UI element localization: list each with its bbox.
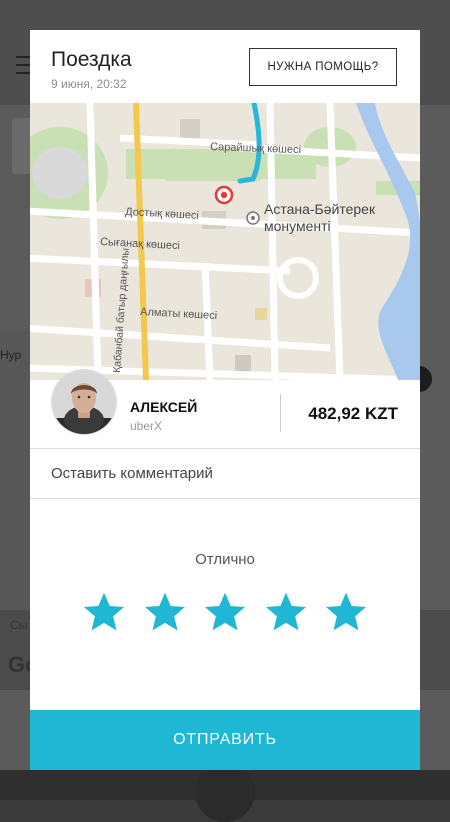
star-icon-5[interactable] <box>324 590 368 634</box>
star-icon-2[interactable] <box>143 590 187 634</box>
submit-button[interactable]: ОТПРАВИТЬ <box>30 710 420 770</box>
star-icon-1[interactable] <box>82 590 126 634</box>
star-rating[interactable] <box>82 590 368 636</box>
trip-datetime: 9 июня, 20:32 <box>51 77 127 91</box>
landmark-label: монументі <box>264 218 331 234</box>
divider <box>280 394 281 432</box>
background-action-button <box>195 762 255 822</box>
driver-avatar <box>52 370 116 434</box>
background-road-label: Нур <box>0 348 22 362</box>
star-icon-3[interactable] <box>203 590 247 634</box>
driver-name: АЛЕКСЕЙ <box>130 399 198 415</box>
rating-label: Отлично <box>195 551 255 568</box>
map-canvas: Сарайшық көшесі Достық көшесі Сығанақ кө… <box>30 103 420 380</box>
star-icon-4[interactable] <box>264 590 308 634</box>
dialog-title: Поездка <box>51 48 132 71</box>
comment-field[interactable]: Оставить комментарий <box>30 448 420 499</box>
background-text: Сы <box>10 618 28 632</box>
driver-photo <box>52 370 116 434</box>
car-type: uberX <box>130 419 163 433</box>
trip-rating-dialog: Поездка 9 июня, 20:32 НУЖНА ПОМОЩЬ? Сара… <box>30 30 420 770</box>
trip-map: Сарайшық көшесі Достық көшесі Сығанақ кө… <box>30 103 420 380</box>
driver-info: АЛЕКСЕЙ uberX 482,92 KZT <box>30 370 420 449</box>
help-button[interactable]: НУЖНА ПОМОЩЬ? <box>249 48 397 86</box>
background-map <box>0 330 30 620</box>
comment-placeholder: Оставить комментарий <box>51 465 213 482</box>
trip-fare: 482,92 KZT <box>308 404 398 423</box>
dialog-header: Поездка 9 июня, 20:32 НУЖНА ПОМОЩЬ? <box>30 30 420 103</box>
landmark-label: Астана-Бәйтерек <box>264 201 376 217</box>
